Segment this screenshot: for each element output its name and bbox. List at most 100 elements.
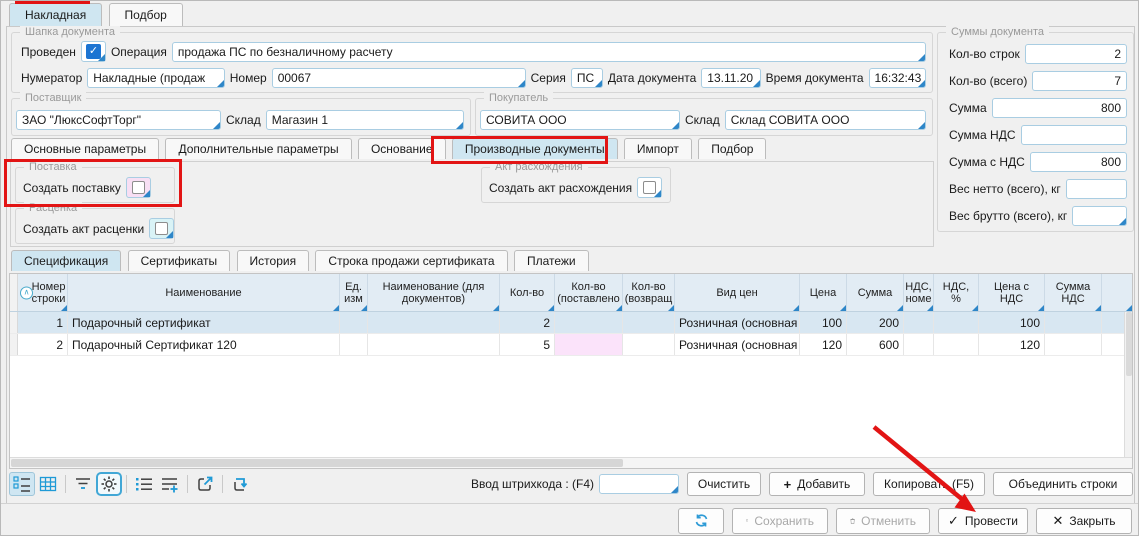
refresh-button[interactable]: [678, 508, 724, 534]
cell-price[interactable]: 120: [800, 334, 847, 355]
cancel-button[interactable]: Отменить: [836, 508, 930, 534]
number-field[interactable]: 00067: [272, 68, 526, 88]
create-akt-checkbox[interactable]: [637, 177, 662, 198]
cell-price-type[interactable]: Розничная (основная: [675, 312, 800, 333]
cell-qty-returned[interactable]: [623, 312, 675, 333]
cell-nds-num[interactable]: [904, 334, 934, 355]
cell-line-number[interactable]: 2: [18, 334, 68, 355]
col-name[interactable]: Наименование: [68, 274, 340, 311]
add-lines-button[interactable]: [157, 472, 183, 496]
tab-sertifikaty[interactable]: Сертификаты: [128, 250, 231, 271]
cell-doc-name[interactable]: [368, 312, 500, 333]
buyer-field[interactable]: СОВИТА ООО: [480, 110, 680, 130]
net-weight-field[interactable]: [1066, 179, 1127, 199]
col-price[interactable]: Цена: [800, 274, 847, 311]
cell-sum-nds[interactable]: [1045, 334, 1102, 355]
list-view-button[interactable]: [9, 472, 35, 496]
cell-qty-delivered[interactable]: [555, 312, 623, 333]
cell-name[interactable]: Подарочный Сертификат 120: [68, 334, 340, 355]
tab-podbor-params[interactable]: Подбор: [698, 138, 766, 159]
cell-price-nds[interactable]: 100: [979, 312, 1045, 333]
save-button[interactable]: Сохранить: [732, 508, 828, 534]
open-external-button[interactable]: [192, 472, 218, 496]
operation-field[interactable]: продажа ПС по безналичному расчету: [172, 42, 926, 62]
qty-total-field[interactable]: 7: [1032, 71, 1127, 91]
col-sum-nds[interactable]: Сумма НДС: [1045, 274, 1102, 311]
cell-qty[interactable]: 5: [500, 334, 555, 355]
tab-platezhi[interactable]: Платежи: [514, 250, 589, 271]
tab-nakladnaya[interactable]: Накладная: [9, 3, 102, 26]
tab-additional-params[interactable]: Дополнительные параметры: [165, 138, 351, 159]
tab-specifikaciya[interactable]: Спецификация: [11, 250, 121, 271]
cell-nds-num[interactable]: [904, 312, 934, 333]
tab-import[interactable]: Импорт: [624, 138, 692, 159]
create-postavka-checkbox[interactable]: [126, 177, 151, 198]
cell-doc-name[interactable]: [368, 334, 500, 355]
tab-derived-documents[interactable]: Производные документы: [452, 138, 618, 159]
supplier-sklad-field[interactable]: Магазин 1: [266, 110, 464, 130]
series-field[interactable]: ПС: [571, 68, 603, 88]
col-line-number[interactable]: ∧Номер строки: [18, 274, 68, 311]
clear-button[interactable]: Очистить: [687, 472, 761, 496]
sum-with-nds-field[interactable]: 800: [1030, 152, 1127, 172]
cell-sum-nds[interactable]: [1045, 312, 1102, 333]
tab-podbor-top[interactable]: Подбор: [109, 3, 183, 26]
add-button[interactable]: +Добавить: [769, 472, 865, 496]
tab-main-params[interactable]: Основные параметры: [11, 138, 159, 159]
cell-name[interactable]: Подарочный сертификат: [68, 312, 340, 333]
horizontal-scrollbar[interactable]: [10, 457, 1132, 468]
reload-rows-button[interactable]: [227, 472, 253, 496]
post-button[interactable]: ✓Провести: [938, 508, 1028, 534]
settings-button[interactable]: [96, 472, 122, 496]
doc-date-field[interactable]: 13.11.20: [701, 68, 760, 88]
col-qty-delivered[interactable]: Кол-во (поставлено: [555, 274, 623, 311]
tab-osnovanie[interactable]: Основание: [358, 138, 446, 159]
cell-price[interactable]: 100: [800, 312, 847, 333]
cell-nds-pct[interactable]: [934, 312, 979, 333]
create-rascenka-checkbox[interactable]: [149, 218, 174, 239]
buyer-sklad-field[interactable]: Склад СОВИТА ООО: [725, 110, 926, 130]
table-row[interactable]: 2 Подарочный Сертификат 120 5 Розничная …: [10, 334, 1132, 356]
cell-sum[interactable]: 600: [847, 334, 904, 355]
gross-weight-field[interactable]: [1072, 206, 1127, 226]
col-sum[interactable]: Сумма: [847, 274, 904, 311]
col-unit[interactable]: Ед. изм: [340, 274, 368, 311]
scrollbar-thumb[interactable]: [1126, 312, 1132, 376]
vertical-scrollbar[interactable]: [1124, 312, 1132, 457]
col-nds-pct[interactable]: НДС, %: [934, 274, 979, 311]
close-button[interactable]: ✕Закрыть: [1036, 508, 1132, 534]
table-row[interactable]: 1 Подарочный сертификат 2 Розничная (осн…: [10, 312, 1132, 334]
cell-qty-delivered[interactable]: [555, 334, 623, 355]
cell-nds-pct[interactable]: [934, 334, 979, 355]
filter-button[interactable]: [70, 472, 96, 496]
doc-time-field[interactable]: 16:32:43: [869, 68, 926, 88]
lines-count-field[interactable]: 2: [1025, 44, 1127, 64]
numerator-field[interactable]: Накладные (продаж: [87, 68, 225, 88]
col-doc-name[interactable]: Наименование (для документов): [368, 274, 500, 311]
cell-line-number[interactable]: 1: [18, 312, 68, 333]
cell-sum[interactable]: 200: [847, 312, 904, 333]
col-qty[interactable]: Кол-во: [500, 274, 555, 311]
sum-field[interactable]: 800: [992, 98, 1127, 118]
cell-qty-returned[interactable]: [623, 334, 675, 355]
cell-unit[interactable]: [340, 334, 368, 355]
cell-unit[interactable]: [340, 312, 368, 333]
copy-button[interactable]: Копировать (F5): [873, 472, 985, 496]
cell-price-nds[interactable]: 120: [979, 334, 1045, 355]
cell-price-type[interactable]: Розничная (основная: [675, 334, 800, 355]
merge-rows-button[interactable]: Объединить строки: [993, 472, 1133, 496]
grid-view-button[interactable]: [35, 472, 61, 496]
sum-nds-field[interactable]: [1021, 125, 1128, 145]
supplier-field[interactable]: ЗАО "ЛюксСофтТорг": [16, 110, 221, 130]
col-price-type[interactable]: Вид цен: [675, 274, 800, 311]
tab-istoriya[interactable]: История: [237, 250, 310, 271]
col-price-nds[interactable]: Цена с НДС: [979, 274, 1045, 311]
numbered-list-button[interactable]: [131, 472, 157, 496]
tab-stroka-prodazhi[interactable]: Строка продажи сертификата: [315, 250, 507, 271]
cell-qty[interactable]: 2: [500, 312, 555, 333]
proveden-checkbox[interactable]: ✓: [81, 41, 106, 62]
col-qty-returned[interactable]: Кол-во (возвращ: [623, 274, 675, 311]
col-nds-num[interactable]: НДС, номе: [904, 274, 934, 311]
scrollbar-thumb[interactable]: [11, 459, 623, 467]
barcode-input[interactable]: [599, 474, 679, 494]
